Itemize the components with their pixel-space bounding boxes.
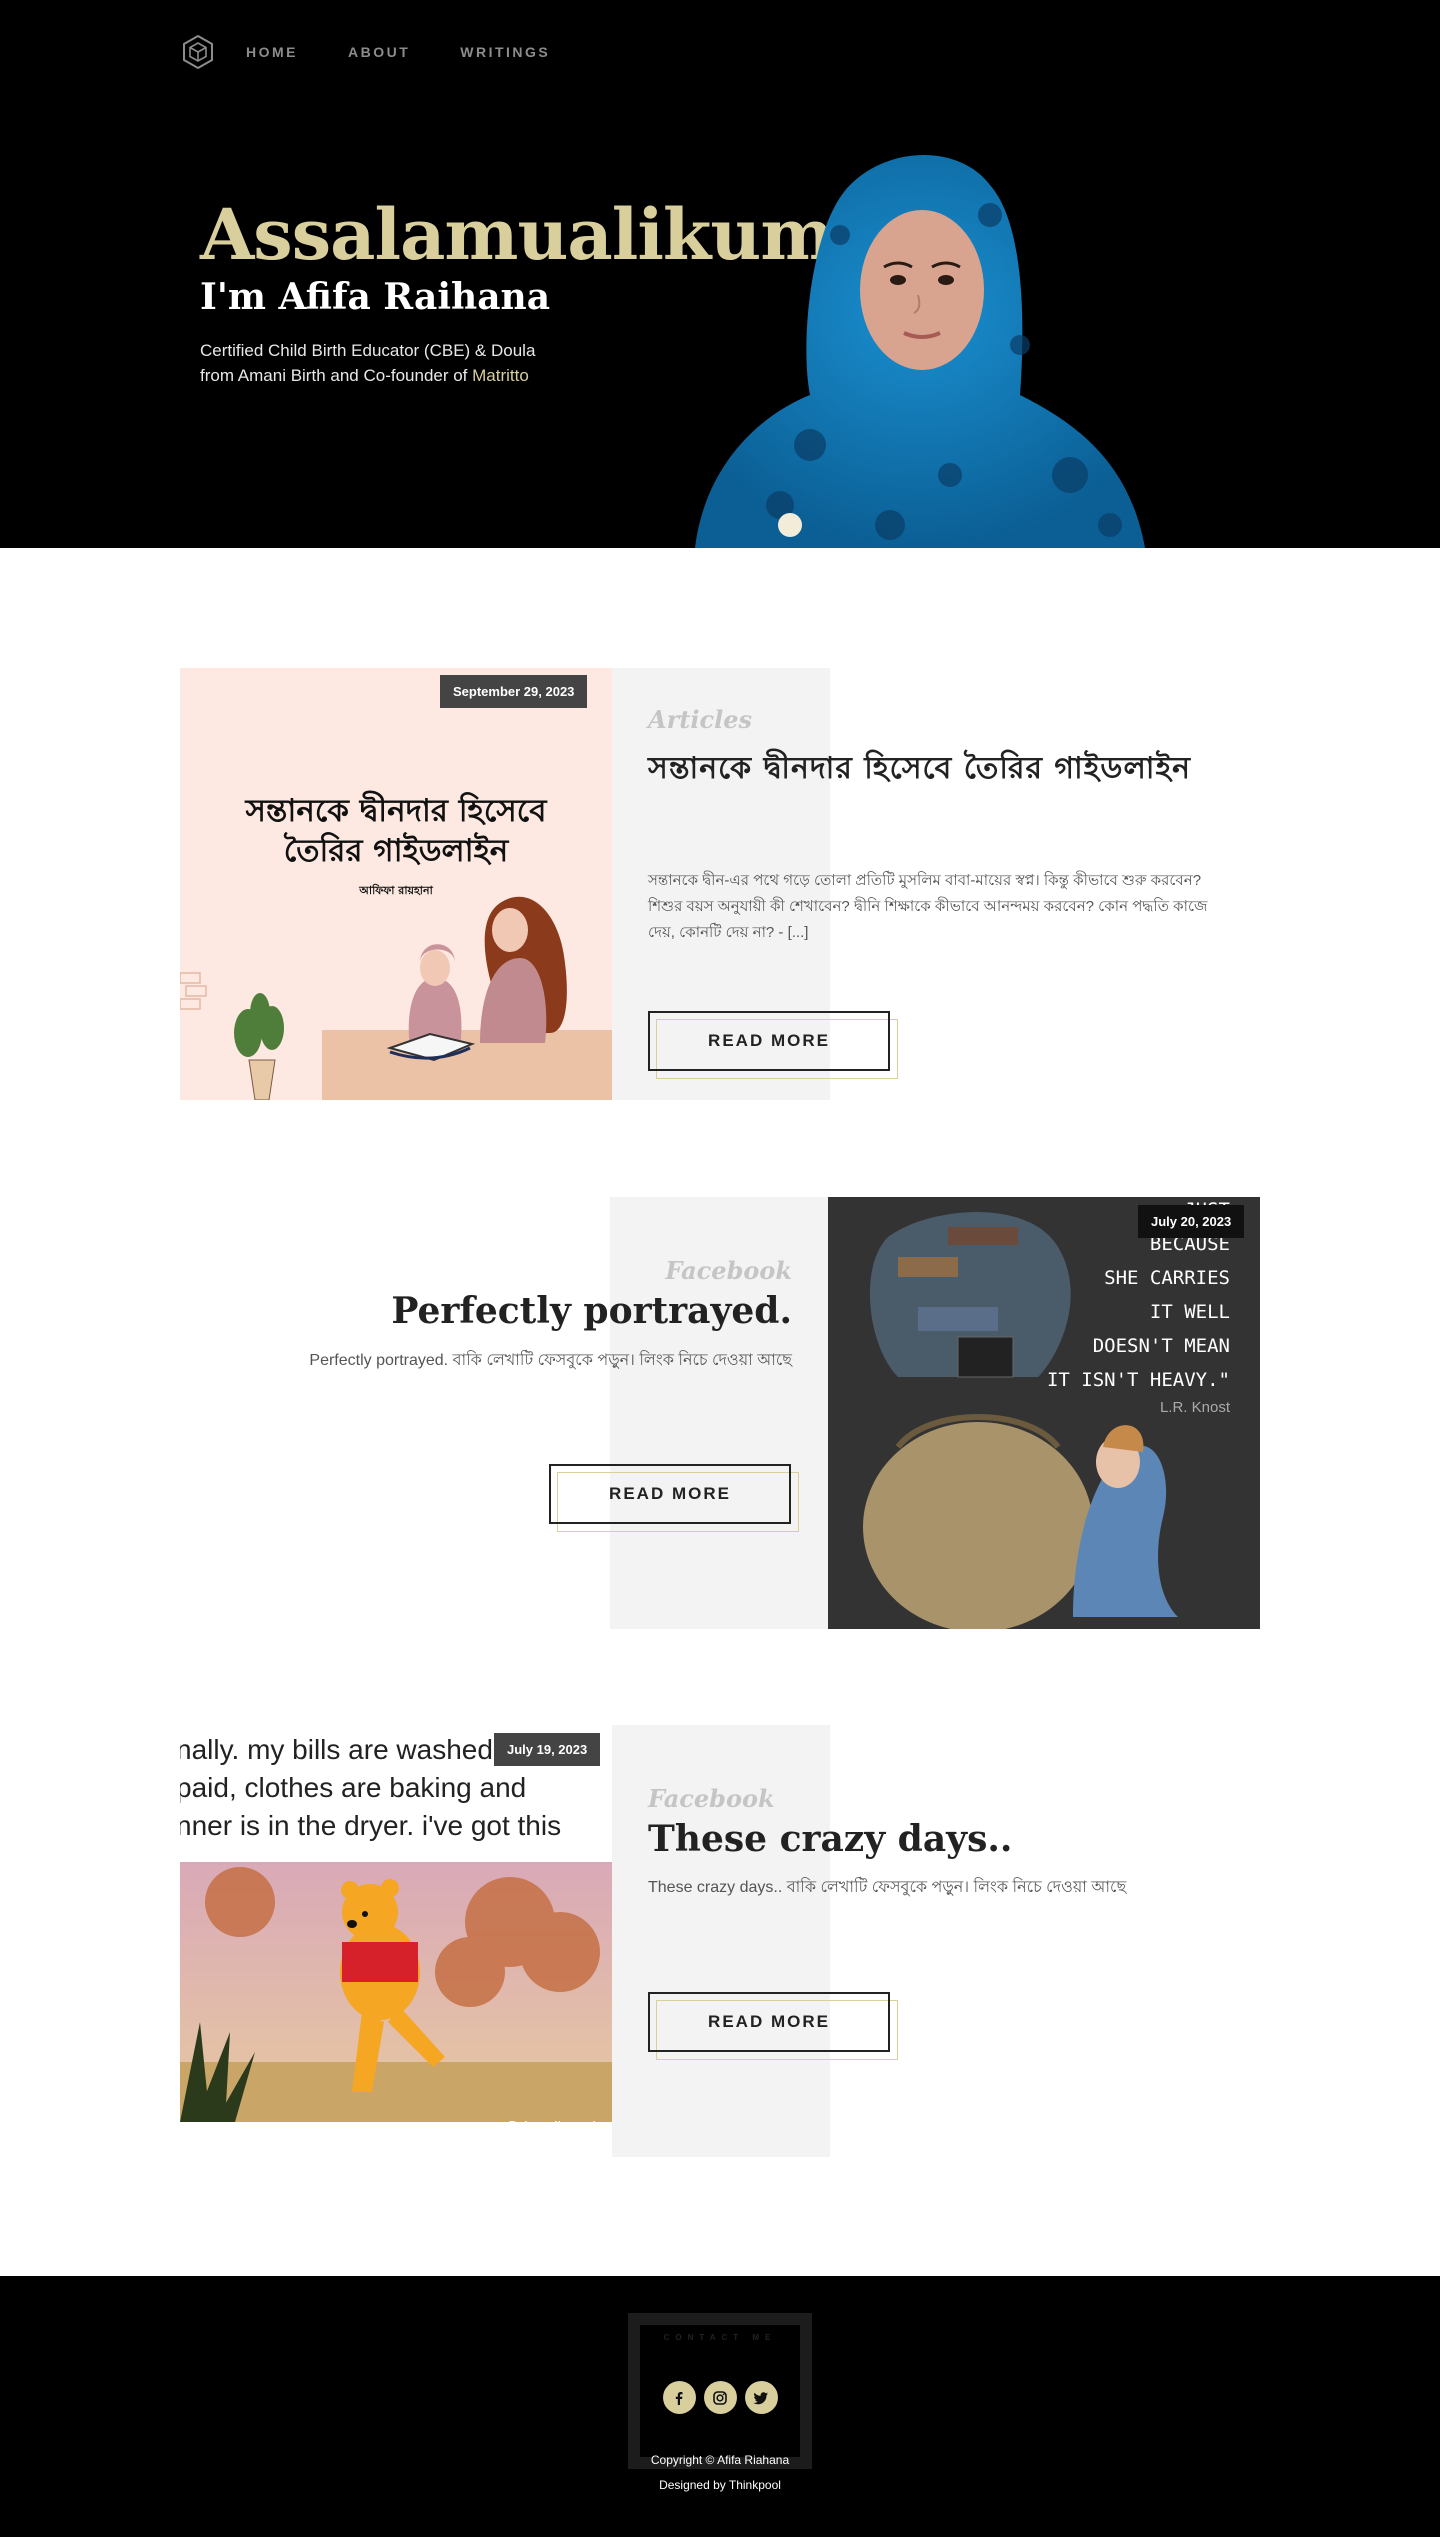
hero-section: HOME ABOUT WRITINGS Assalamualikum I'm A…: [0, 0, 1440, 548]
thumbnail-watermark: @deardisneylove: [503, 2119, 612, 2136]
post-card: nally. my bills are washed a paid, cloth…: [0, 548, 1440, 2276]
instagram-icon[interactable]: [703, 2381, 737, 2414]
read-more-button[interactable]: READ MORE: [648, 1992, 890, 2052]
main-nav: HOME ABOUT WRITINGS: [180, 34, 600, 70]
nav-home[interactable]: HOME: [246, 44, 298, 60]
illustration-winnie-the-pooh: [180, 1862, 612, 2122]
caption-line: paid, clothes are baking and: [180, 1772, 527, 1803]
post-date-badge: July 19, 2023: [494, 1733, 601, 1766]
posts-section: সন্তানকে দ্বীনদার হিসেবে তৈরির গাইডলাইন …: [0, 548, 1440, 2276]
designed-by-text: Designed by Thinkpool: [659, 2478, 781, 2492]
social-links: [640, 2381, 800, 2414]
post-title[interactable]: These crazy days..: [648, 1816, 1012, 1863]
nav-writings[interactable]: WRITINGS: [460, 44, 550, 60]
nav-about[interactable]: ABOUT: [348, 44, 410, 60]
contact-box: CONTACT ME: [628, 2313, 812, 2469]
contact-label: CONTACT ME: [663, 2333, 777, 2342]
site-footer: CONTACT ME Copyright © Afifa Riahana Des…: [0, 2276, 1440, 2537]
read-more-wrap: READ MORE: [648, 1992, 898, 2060]
hero-bio: Certified Child Birth Educator (CBE) & D…: [200, 338, 580, 388]
hero-bio-line2: from Amani Birth and Co-founder of: [200, 366, 473, 385]
post-category[interactable]: Facebook: [648, 1784, 775, 1813]
caption-line: nner is in the dryer. i've got this: [180, 1810, 562, 1841]
post-thumbnail[interactable]: nally. my bills are washed a paid, cloth…: [180, 1725, 612, 2157]
copyright-text: Copyright © Afifa Riahana: [650, 2453, 790, 2467]
post-excerpt: These crazy days.. বাকি লেখাটি ফেসবুকে প…: [648, 1879, 1127, 1896]
hero-bio-line1: Certified Child Birth Educator (CBE) & D…: [200, 341, 536, 360]
matritto-link[interactable]: Matritto: [472, 366, 529, 385]
profile-portrait: [695, 155, 1145, 548]
facebook-icon[interactable]: [662, 2381, 696, 2414]
twitter-icon[interactable]: [744, 2381, 778, 2414]
cube-logo-icon[interactable]: [180, 34, 216, 70]
